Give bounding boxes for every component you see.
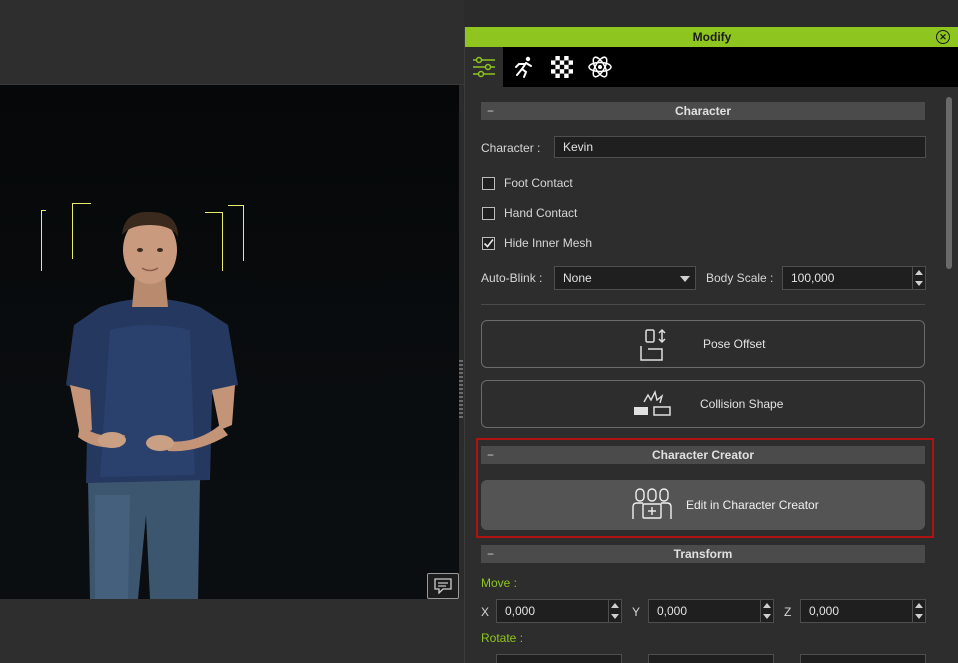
section-title: Transform [673, 547, 733, 561]
arrow-down-icon[interactable] [611, 614, 619, 619]
z-axis-label: Z [784, 605, 792, 619]
tab-motion[interactable] [505, 47, 543, 87]
viewport-bottom-bar [0, 599, 464, 663]
tab-physics[interactable] [581, 47, 619, 87]
running-figure-icon [515, 56, 532, 78]
character-creator-section-header[interactable]: − Character Creator [481, 446, 925, 464]
spin-arrows[interactable] [912, 267, 925, 289]
panel-scrollbar[interactable] [946, 97, 952, 269]
auto-blink-dropdown[interactable]: None [554, 266, 696, 290]
arrow-up-icon[interactable] [915, 603, 923, 608]
collision-shape-label: Collision Shape [700, 397, 784, 411]
checkmark-icon [483, 239, 494, 248]
auto-blink-value: None [563, 271, 592, 285]
checkerboard-icon [551, 56, 573, 78]
speech-bubble-icon [434, 578, 452, 594]
auto-blink-label: Auto-Blink : [481, 271, 543, 285]
divider [481, 304, 925, 305]
y-axis-label: Y [632, 605, 641, 619]
splitter-handle[interactable] [459, 360, 463, 418]
edit-in-character-creator-label: Edit in Character Creator [686, 498, 819, 512]
hand-contact-label: Hand Contact [504, 206, 578, 220]
comment-button[interactable] [427, 573, 459, 599]
hand-contact-checkbox[interactable] [482, 207, 495, 220]
hide-inner-mesh-label: Hide Inner Mesh [504, 236, 593, 250]
move-label: Move : [481, 576, 518, 590]
move-x-value: 0,000 [505, 604, 536, 618]
panel-title: Modify [692, 30, 732, 44]
spin-arrows[interactable] [608, 600, 621, 622]
spin-arrows[interactable] [912, 600, 925, 622]
spin-arrows[interactable] [760, 600, 773, 622]
collapse-icon[interactable]: − [487, 102, 494, 120]
foot-contact-checkbox[interactable] [482, 177, 495, 190]
arrow-up-icon[interactable] [611, 603, 619, 608]
rotate-label: Rotate : [481, 631, 524, 645]
arrow-down-icon[interactable] [763, 614, 771, 619]
modify-panel: Modify ✕ − Character Character: Kevin F… [464, 27, 958, 663]
tab-attributes[interactable] [465, 47, 503, 87]
collapse-icon[interactable]: − [487, 545, 494, 563]
3d-viewport[interactable] [0, 85, 459, 599]
character-name-field[interactable]: Kevin [554, 136, 926, 158]
character-name-label: Character : [481, 141, 541, 155]
collision-shape-icon [634, 389, 671, 416]
arrow-down-icon[interactable] [915, 281, 923, 286]
rotate-z-field[interactable] [800, 654, 926, 663]
atom-icon [588, 56, 612, 78]
character-section-header[interactable]: − Character [481, 102, 925, 120]
foot-contact-label: Foot Contact [504, 176, 573, 190]
body-scale-field[interactable]: 100,000 [782, 266, 926, 290]
move-y-field[interactable]: 0,000 [648, 599, 774, 623]
sliders-icon [473, 56, 495, 78]
chevron-down-icon [680, 276, 690, 282]
tab-material[interactable] [543, 47, 581, 87]
hide-inner-mesh-checkbox[interactable] [482, 237, 495, 250]
section-title: Character Creator [651, 448, 755, 462]
x-axis-label: X [481, 605, 490, 619]
body-scale-label: Body Scale : [706, 271, 774, 285]
body-scale-value: 100,000 [791, 271, 835, 285]
transform-section-header[interactable]: − Transform [481, 545, 925, 563]
pose-offset-label: Pose Offset [703, 337, 766, 351]
viewport-top-bar [0, 0, 464, 85]
move-x-field[interactable]: 0,000 [496, 599, 622, 623]
arrow-up-icon[interactable] [763, 603, 771, 608]
move-y-value: 0,000 [657, 604, 688, 618]
pose-offset-button[interactable]: Pose Offset [481, 320, 925, 368]
rotate-y-field[interactable] [648, 654, 774, 663]
move-z-value: 0,000 [809, 604, 840, 618]
edit-in-character-creator-button[interactable]: Edit in Character Creator [481, 480, 925, 530]
section-title: Character [674, 104, 732, 118]
arrow-down-icon[interactable] [915, 614, 923, 619]
rotate-x-field[interactable] [496, 654, 622, 663]
move-z-field[interactable]: 0,000 [800, 599, 926, 623]
tab-bar [465, 47, 958, 87]
collapse-icon[interactable]: − [487, 446, 494, 464]
panel-title-bar: Modify ✕ [465, 27, 958, 47]
character-figure[interactable] [0, 85, 459, 599]
arrow-up-icon[interactable] [915, 270, 923, 275]
collision-shape-button[interactable]: Collision Shape [481, 380, 925, 428]
character-creator-icon [632, 488, 672, 519]
pose-offset-icon [640, 328, 666, 361]
close-icon[interactable]: ✕ [936, 30, 950, 44]
